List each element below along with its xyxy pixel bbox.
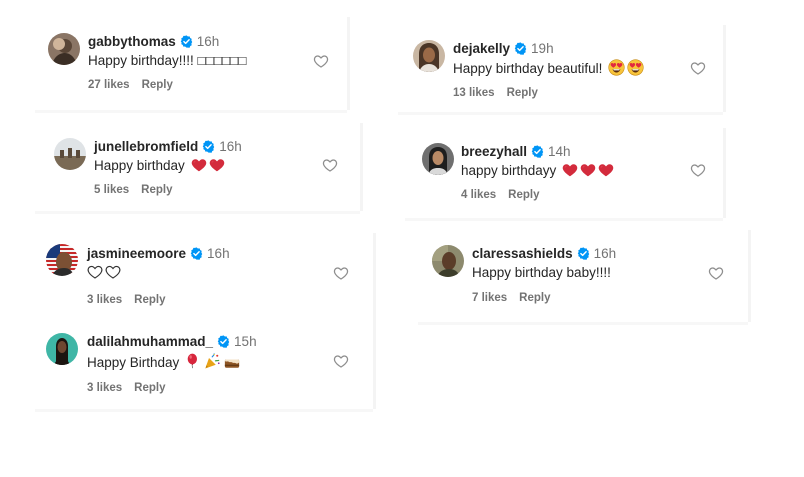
comment-header: breezyhall 14h xyxy=(461,144,571,160)
like-heart-icon[interactable] xyxy=(690,60,706,76)
avatar[interactable] xyxy=(422,143,454,175)
username[interactable]: dalilahmuhammad_ xyxy=(87,334,213,349)
red-heart-emoji xyxy=(598,162,614,178)
reply-button[interactable]: Reply xyxy=(508,189,539,201)
like-count[interactable]: 27 likes xyxy=(88,79,130,91)
comment-header: dejakelly 19h xyxy=(453,41,554,57)
timestamp[interactable]: 15h xyxy=(234,334,257,349)
comment-meta: 7 likes Reply xyxy=(472,292,551,304)
comment-meta: 13 likes Reply xyxy=(453,87,538,99)
reply-button[interactable]: Reply xyxy=(507,87,538,99)
timestamp[interactable]: 16h xyxy=(207,246,230,261)
like-count[interactable]: 5 likes xyxy=(94,184,129,196)
avatar[interactable] xyxy=(46,244,78,276)
username[interactable]: dejakelly xyxy=(453,41,510,56)
comment-text-row: Happy birthday xyxy=(94,157,225,175)
like-heart-icon[interactable] xyxy=(708,265,724,281)
verified-badge-icon xyxy=(514,42,527,55)
comment-text: Happy birthday baby!!!! xyxy=(472,265,611,280)
comment-header: junellebromfield 16h xyxy=(94,139,242,155)
comment-meta: 27 likes Reply xyxy=(88,79,173,91)
white-heart-emoji xyxy=(105,264,121,280)
avatar[interactable] xyxy=(413,40,445,72)
timestamp[interactable]: 16h xyxy=(197,34,220,49)
reply-button[interactable]: Reply xyxy=(141,184,172,196)
red-heart-emoji xyxy=(562,162,578,178)
verified-badge-icon xyxy=(180,35,193,48)
balloon-emoji xyxy=(185,352,201,370)
like-heart-icon[interactable] xyxy=(333,265,349,281)
like-count[interactable]: 13 likes xyxy=(453,87,495,99)
red-heart-emoji xyxy=(191,157,207,173)
verified-badge-icon xyxy=(577,247,590,260)
heart-eyes-emoji xyxy=(627,59,644,76)
reply-button[interactable]: Reply xyxy=(519,292,550,304)
comment-header: dalilahmuhammad_ 15h xyxy=(87,334,257,350)
avatar[interactable] xyxy=(46,333,78,365)
username[interactable]: breezyhall xyxy=(461,144,527,159)
red-heart-emoji xyxy=(580,162,596,178)
comment-meta: 5 likes Reply xyxy=(94,184,173,196)
like-count[interactable]: 3 likes xyxy=(87,382,122,394)
like-heart-icon[interactable] xyxy=(313,53,329,69)
comment-header: claressashields 16h xyxy=(472,246,616,262)
comment-text: Happy birthday beautiful! xyxy=(453,61,603,76)
verified-badge-icon xyxy=(202,140,215,153)
timestamp[interactable]: 16h xyxy=(594,246,617,261)
comment-text: Happy birthday xyxy=(94,158,185,173)
like-count[interactable]: 3 likes xyxy=(87,294,122,306)
username[interactable]: junellebromfield xyxy=(94,139,198,154)
avatar[interactable] xyxy=(48,33,80,65)
avatar[interactable] xyxy=(432,245,464,277)
timestamp[interactable]: 19h xyxy=(531,41,554,56)
timestamp[interactable]: 16h xyxy=(219,139,242,154)
like-heart-icon[interactable] xyxy=(333,353,349,369)
username[interactable]: gabbythomas xyxy=(88,34,176,49)
like-count[interactable]: 4 likes xyxy=(461,189,496,201)
party-popper-emoji xyxy=(203,352,221,370)
reply-button[interactable]: Reply xyxy=(134,382,165,394)
reply-button[interactable]: Reply xyxy=(142,79,173,91)
verified-badge-icon xyxy=(531,145,544,158)
comment-text-row: Happy Birthday xyxy=(87,352,241,372)
comment-text-row: happy birthdayy xyxy=(461,162,614,180)
username[interactable]: claressashields xyxy=(472,246,573,261)
comment-text-row: Happy birthday beautiful! xyxy=(453,59,644,78)
avatar[interactable] xyxy=(54,138,86,170)
cake-emoji xyxy=(223,352,241,370)
verified-badge-icon xyxy=(190,247,203,260)
comment-text-row xyxy=(87,264,121,282)
white-heart-emoji xyxy=(87,264,103,280)
comment-meta: 4 likes Reply xyxy=(461,189,540,201)
reply-button[interactable]: Reply xyxy=(134,294,165,306)
timestamp[interactable]: 14h xyxy=(548,144,571,159)
comment-header: gabbythomas 16h xyxy=(88,34,219,50)
like-heart-icon[interactable] xyxy=(690,162,706,178)
red-heart-emoji xyxy=(209,157,225,173)
heart-eyes-emoji xyxy=(608,59,625,76)
comment-text: happy birthdayy xyxy=(461,163,557,178)
like-count[interactable]: 7 likes xyxy=(472,292,507,304)
comment-text: Happy birthday!!!! □□□□□□ xyxy=(88,53,247,68)
verified-badge-icon xyxy=(217,335,230,348)
comment-meta: 3 likes Reply xyxy=(87,382,166,394)
like-heart-icon[interactable] xyxy=(322,157,338,173)
username[interactable]: jasmineemoore xyxy=(87,246,186,261)
comment-text: Happy Birthday xyxy=(87,355,180,370)
comment-header: jasmineemoore 16h xyxy=(87,246,230,262)
comment-meta: 3 likes Reply xyxy=(87,294,166,306)
